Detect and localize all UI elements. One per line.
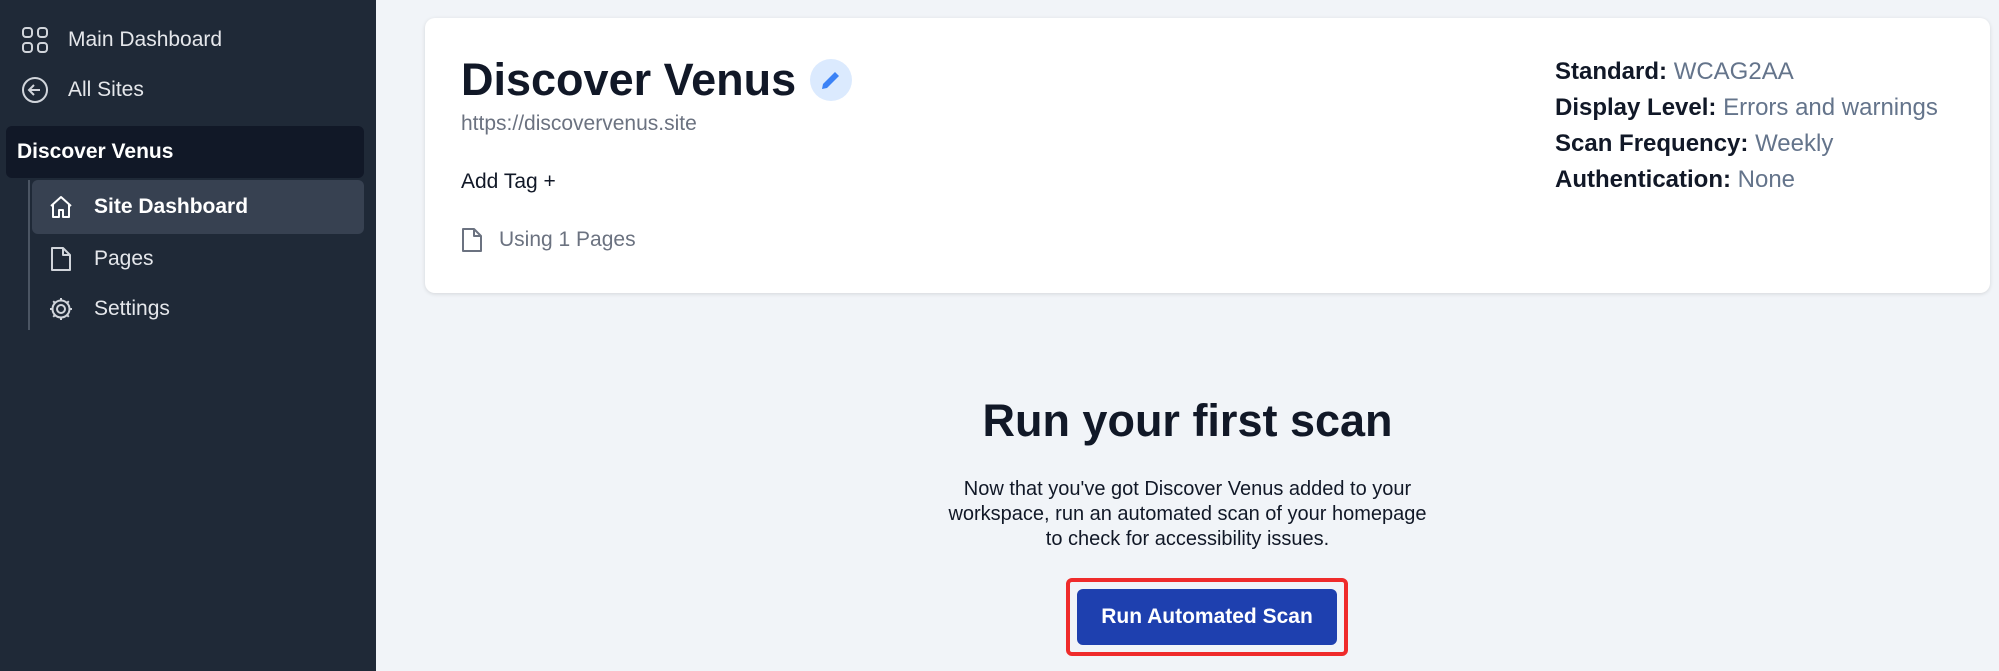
empty-state-description: Now that you've got Discover Venus added… bbox=[376, 477, 1999, 552]
pages-count: Using 1 Pages bbox=[461, 226, 636, 254]
run-automated-scan-button[interactable]: Run Automated Scan bbox=[1077, 589, 1337, 645]
authentication-label: Authentication: bbox=[1555, 166, 1731, 193]
sidebar-item-label: Pages bbox=[94, 247, 154, 270]
display-level-row: Display Level: Errors and warnings bbox=[1555, 90, 1938, 126]
site-info-card: Discover Venus https://discovervenus.sit… bbox=[425, 18, 1990, 293]
scan-frequency-row: Scan Frequency: Weekly bbox=[1555, 126, 1938, 162]
empty-state-heading: Run your first scan bbox=[982, 395, 1393, 446]
scan-settings-summary: Standard: WCAG2AA Display Level: Errors … bbox=[1555, 54, 1938, 198]
authentication-row: Authentication: None bbox=[1555, 162, 1938, 198]
empty-state-line: to check for accessibility issues. bbox=[1045, 528, 1330, 550]
standard-label: Standard: bbox=[1555, 58, 1668, 85]
scan-button-highlight: Run Automated Scan bbox=[1066, 578, 1348, 656]
display-level-label: Display Level: bbox=[1555, 94, 1717, 121]
site-url[interactable]: https://discovervenus.site bbox=[461, 112, 697, 136]
gear-icon bbox=[46, 294, 76, 324]
pencil-icon bbox=[822, 72, 840, 89]
empty-state-line: Now that you've got Discover Venus added… bbox=[963, 478, 1412, 500]
scan-frequency-value: Weekly bbox=[1755, 130, 1834, 157]
add-tag-button[interactable]: Add Tag + bbox=[461, 170, 556, 194]
sidebar-item-pages[interactable]: Pages bbox=[32, 234, 364, 284]
sidebar: Main Dashboard All Sites Discover Venus … bbox=[0, 0, 376, 671]
site-title-text: Discover Venus bbox=[461, 54, 797, 105]
all-sites-link[interactable]: All Sites bbox=[0, 69, 376, 111]
main-content: Discover Venus https://discovervenus.sit… bbox=[376, 0, 1999, 671]
site-header[interactable]: Discover Venus bbox=[6, 126, 364, 178]
nav-divider bbox=[28, 180, 30, 330]
main-dashboard-label: Main Dashboard bbox=[68, 28, 223, 51]
grid-icon bbox=[20, 25, 50, 55]
all-sites-label: All Sites bbox=[68, 78, 144, 101]
authentication-value: None bbox=[1737, 166, 1796, 193]
site-sub-nav: Site Dashboard Pages Settings bbox=[28, 180, 376, 334]
home-icon bbox=[46, 192, 76, 222]
empty-state-line: workspace, run an automated scan of your… bbox=[948, 503, 1427, 525]
sidebar-item-settings[interactable]: Settings bbox=[32, 284, 364, 334]
page-icon bbox=[46, 244, 76, 274]
main-dashboard-link[interactable]: Main Dashboard bbox=[0, 19, 376, 61]
app-root: Main Dashboard All Sites Discover Venus … bbox=[0, 0, 1999, 671]
page-icon bbox=[461, 226, 485, 254]
edit-title-button[interactable] bbox=[810, 59, 853, 101]
page-title: Discover Venus bbox=[461, 54, 853, 106]
standard-row: Standard: WCAG2AA bbox=[1555, 54, 1938, 90]
scan-frequency-label: Scan Frequency: bbox=[1555, 130, 1749, 157]
display-level-value: Errors and warnings bbox=[1723, 94, 1938, 121]
back-arrow-icon bbox=[20, 75, 50, 105]
sidebar-item-label: Site Dashboard bbox=[94, 195, 249, 218]
sidebar-item-site-dashboard[interactable]: Site Dashboard bbox=[32, 180, 364, 234]
pages-count-label: Using 1 Pages bbox=[499, 228, 636, 251]
standard-value: WCAG2AA bbox=[1673, 58, 1794, 85]
sidebar-item-label: Settings bbox=[94, 297, 170, 320]
